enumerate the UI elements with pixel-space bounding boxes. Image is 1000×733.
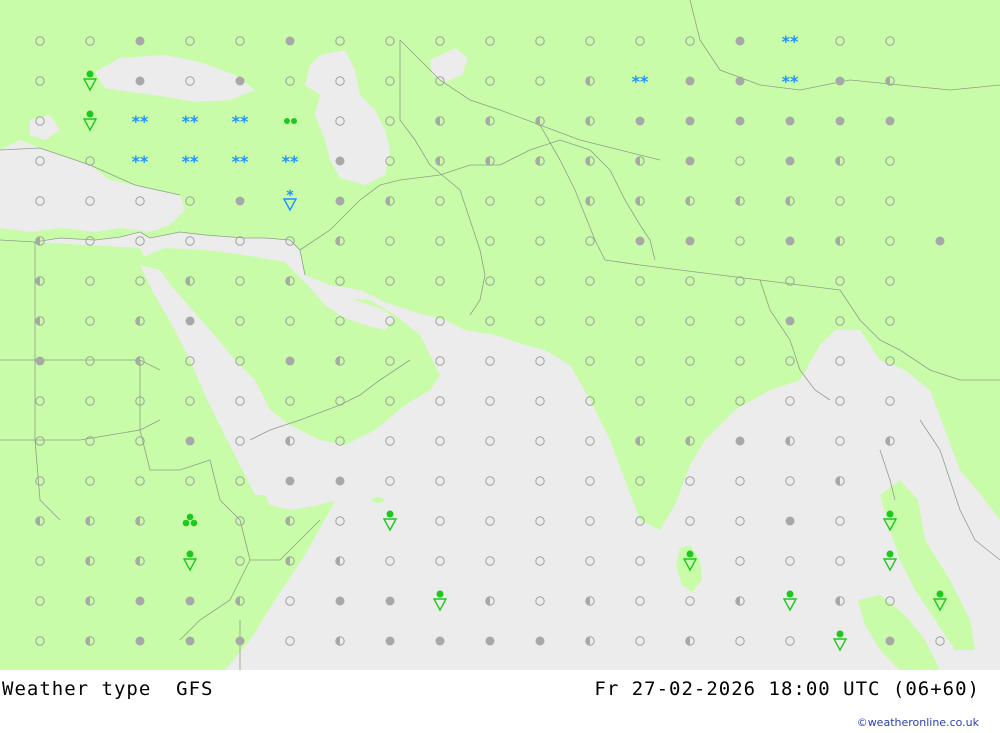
overcast-symbol (935, 236, 945, 246)
overcast-symbol (435, 636, 445, 646)
snow-icon: ** (232, 112, 249, 131)
overcast-symbol (285, 356, 295, 366)
overcast-symbol (235, 196, 245, 206)
overcast-symbol (685, 116, 695, 126)
overcast-symbol (135, 36, 145, 46)
overcast-symbol (285, 36, 295, 46)
overcast-symbol (185, 636, 195, 646)
overcast-symbol (785, 156, 795, 166)
svg-text:*: * (286, 188, 294, 204)
overcast-symbol (335, 476, 345, 486)
overcast-symbol (235, 636, 245, 646)
snow-icon: ** (132, 112, 149, 131)
overcast-symbol (635, 236, 645, 246)
overcast-symbol (185, 316, 195, 326)
overcast-symbol (835, 116, 845, 126)
snow-icon: ** (182, 112, 199, 131)
overcast-symbol (785, 236, 795, 246)
snow-icon: ** (782, 32, 799, 51)
overcast-symbol (335, 596, 345, 606)
overcast-symbol (535, 636, 545, 646)
overcast-symbol (485, 636, 495, 646)
overcast-symbol (735, 76, 745, 86)
overcast-symbol (335, 156, 345, 166)
overcast-symbol (185, 436, 195, 446)
overcast-symbol (785, 316, 795, 326)
valid-time: Fr 27-02-2026 18:00 UTC (06+60) (594, 678, 980, 700)
overcast-symbol (735, 436, 745, 446)
snow-icon: ** (282, 152, 299, 171)
overcast-symbol (35, 356, 45, 366)
overcast-symbol (685, 156, 695, 166)
overcast-symbol (685, 76, 695, 86)
overcast-symbol (835, 76, 845, 86)
overcast-symbol (335, 196, 345, 206)
overcast-symbol (385, 636, 395, 646)
overcast-symbol (685, 236, 695, 246)
overcast-symbol (885, 116, 895, 126)
snow-icon: ** (182, 152, 199, 171)
snow-icon: ** (232, 152, 249, 171)
overcast-symbol (135, 596, 145, 606)
overcast-symbol (385, 596, 395, 606)
overcast-symbol (135, 76, 145, 86)
overcast-symbol (635, 116, 645, 126)
overcast-symbol (735, 116, 745, 126)
overcast-symbol (735, 36, 745, 46)
overcast-symbol (885, 636, 895, 646)
overcast-symbol (285, 476, 295, 486)
model-name: GFS (176, 678, 214, 700)
overcast-symbol (785, 116, 795, 126)
snow-icon: ** (132, 152, 149, 171)
snow-icon: ** (632, 72, 649, 91)
overcast-symbol (135, 636, 145, 646)
weather-map: **** **** ** **** ** ** *** (0, 0, 1000, 670)
overcast-symbol (235, 76, 245, 86)
overcast-symbol (785, 516, 795, 526)
overcast-symbol (185, 596, 195, 606)
product-title: Weather type (2, 678, 152, 700)
snow-icon: ** (782, 72, 799, 91)
credit-link[interactable]: ©weatheronline.co.uk (857, 716, 979, 729)
